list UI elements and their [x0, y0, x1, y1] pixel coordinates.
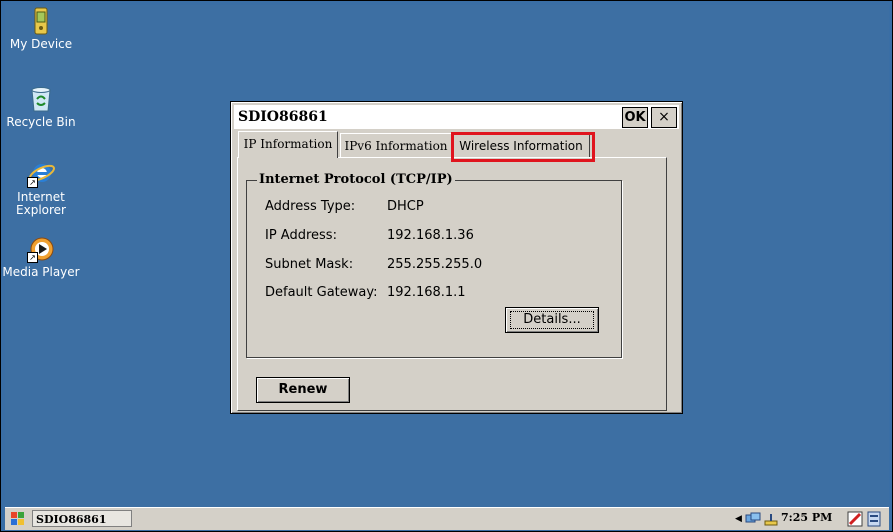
desktop-toggle-icon[interactable] — [867, 511, 881, 527]
ok-button[interactable]: OK — [622, 107, 648, 128]
address-type-label: Address Type: — [265, 199, 356, 214]
desktop-icon-label: Recycle Bin — [6, 115, 76, 129]
details-button-label: Details... — [510, 311, 594, 329]
renew-button[interactable]: Renew — [256, 377, 350, 403]
subnet-mask-label: Subnet Mask: — [265, 257, 354, 272]
desktop-icon-internet-explorer[interactable]: ↗ Internet Explorer — [0, 160, 82, 217]
desktop-icon-recycle-bin[interactable]: Recycle Bin — [0, 85, 82, 129]
input-panel-icon[interactable] — [847, 511, 863, 527]
clock[interactable]: 7:25 PM — [781, 511, 832, 524]
desktop-icon-label-line2: Explorer — [16, 203, 66, 217]
windows-flag-icon — [11, 512, 24, 525]
details-button[interactable]: Details... — [505, 307, 599, 333]
recycle-bin-icon — [27, 85, 55, 113]
start-button[interactable] — [7, 510, 29, 528]
desktop-icon-media-player[interactable]: ↗ Media Player — [0, 235, 82, 279]
subnet-mask-value: 255.255.255.0 — [387, 257, 483, 272]
default-gateway-label: Default Gateway: — [265, 285, 378, 300]
close-icon[interactable]: × — [651, 107, 677, 128]
taskbar-item-sdio86861[interactable]: SDIO86861 — [32, 510, 132, 527]
usb-connection-icon[interactable] — [763, 512, 779, 526]
network-properties-dialog: SDIO86861 OK × IP Information IPv6 Infor… — [230, 101, 683, 414]
my-device-icon — [27, 7, 55, 35]
screen: My Device Recycle Bin ↗ Internet Explore… — [0, 0, 893, 532]
system-tray: ◀ 7:25 PM — [735, 510, 885, 528]
tray-arrow-icon[interactable]: ◀ — [735, 514, 742, 524]
tab-ip-information[interactable]: IP Information — [238, 131, 338, 158]
desktop-icon-label: My Device — [9, 37, 73, 51]
media-player-icon: ↗ — [27, 235, 55, 263]
taskbar: SDIO86861 ◀ 7:25 PM — [5, 507, 889, 530]
desktop-icon-my-device[interactable]: My Device — [0, 7, 82, 51]
address-type-value: DHCP — [387, 199, 424, 214]
dialog-title: SDIO86861 — [238, 109, 328, 125]
shortcut-arrow-icon: ↗ — [27, 252, 38, 263]
tab-ipv6-information[interactable]: IPv6 Information — [340, 133, 452, 157]
default-gateway-value: 192.168.1.1 — [387, 285, 466, 300]
desktop-icon-label: Media Player — [2, 265, 80, 279]
shortcut-arrow-icon: ↗ — [27, 177, 38, 188]
ip-address-value: 192.168.1.36 — [387, 228, 474, 243]
ip-address-label: IP Address: — [265, 228, 337, 243]
internet-explorer-icon: ↗ — [27, 160, 55, 188]
dialog-titlebar[interactable]: SDIO86861 OK × — [234, 105, 679, 129]
network-connection-icon[interactable] — [745, 512, 761, 526]
groupbox-title: Internet Protocol (TCP/IP) — [257, 172, 455, 187]
tab-wireless-information[interactable]: Wireless Information — [452, 133, 590, 157]
